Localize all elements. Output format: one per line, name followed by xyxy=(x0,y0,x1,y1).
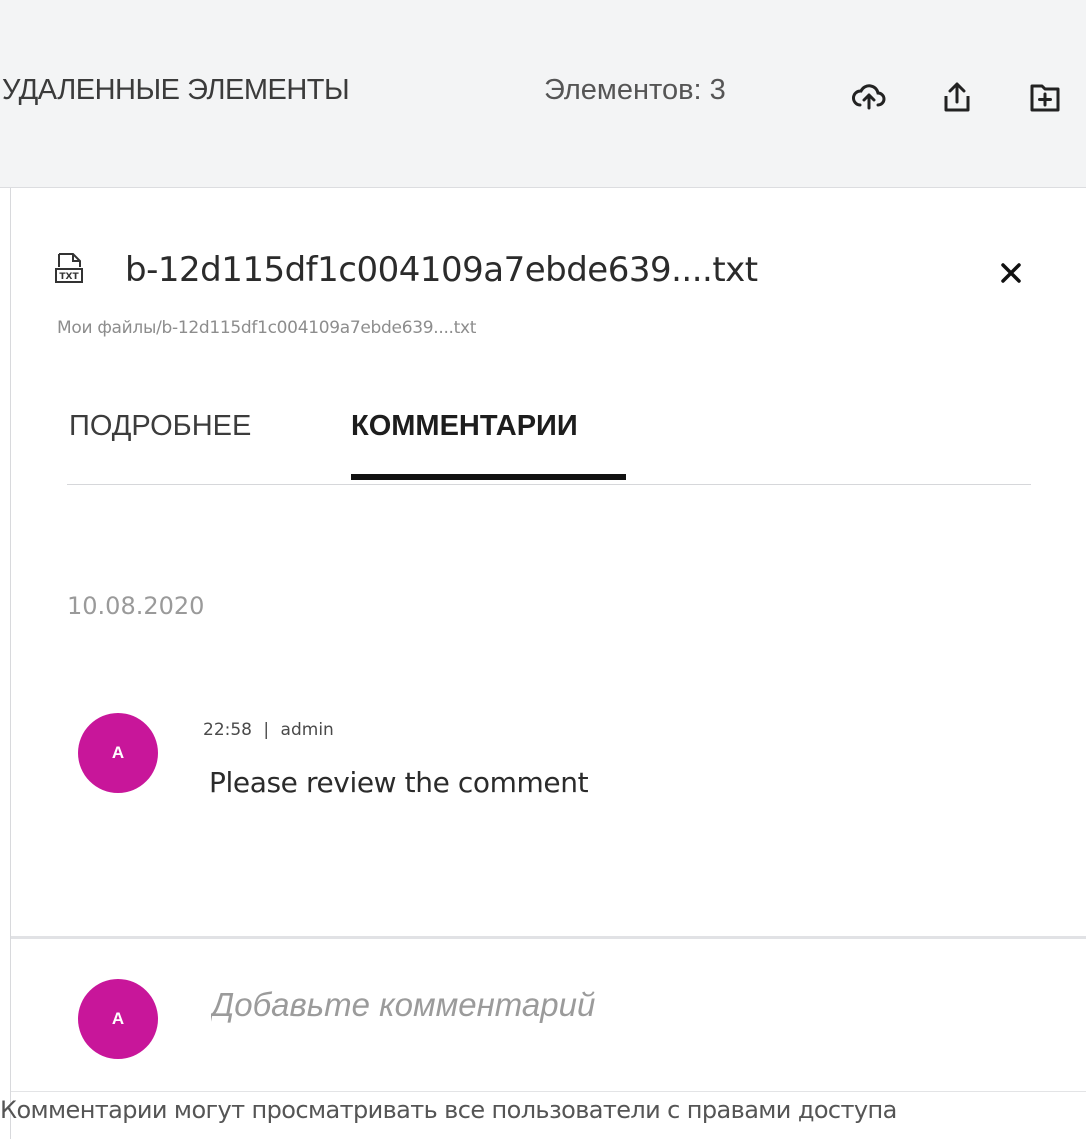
comment-meta-separator: | xyxy=(263,720,270,740)
composer-avatar: A xyxy=(78,979,158,1059)
svg-text:TXT: TXT xyxy=(59,272,79,282)
tab-bar: ПОДРОБНЕЕ КОММЕНТАРИИ xyxy=(67,388,1031,485)
comment-text: Please review the comment xyxy=(209,766,589,799)
cloud-upload-icon[interactable] xyxy=(850,78,888,116)
comment-date-group: 10.08.2020 xyxy=(67,592,205,620)
comment-composer: A xyxy=(11,936,1086,1092)
page-title: УДАЛЕННЫЕ ЭЛЕМЕНТЫ xyxy=(2,74,350,106)
new-folder-icon[interactable] xyxy=(1026,78,1064,116)
tab-details[interactable]: ПОДРОБНЕЕ xyxy=(69,410,251,443)
comment-author: admin xyxy=(280,720,334,740)
details-panel: TXT b-12d115df1c004109a7ebde639....txt М… xyxy=(10,188,1086,1139)
toolbar: УДАЛЕННЫЕ ЭЛЕМЕНТЫ Элементов: 3 xyxy=(0,0,1086,188)
file-path-breadcrumb[interactable]: Мои файлы/b-12d115df1c004109a7ebde639...… xyxy=(57,318,476,338)
comment-input[interactable] xyxy=(211,975,1031,1035)
avatar-initial: A xyxy=(111,743,125,762)
comment-meta: 22:58 | admin xyxy=(203,720,334,740)
tab-comments[interactable]: КОММЕНТАРИИ xyxy=(351,410,578,443)
comments-visibility-note: Комментарии могут просматривать все поль… xyxy=(0,1096,897,1124)
active-tab-indicator xyxy=(351,474,626,480)
composer-avatar-initial: A xyxy=(111,1009,125,1028)
avatar: A xyxy=(78,713,158,793)
close-icon[interactable] xyxy=(998,260,1024,286)
file-name: b-12d115df1c004109a7ebde639....txt xyxy=(125,250,758,290)
item-count: Элементов: 3 xyxy=(544,74,726,106)
share-upload-icon[interactable] xyxy=(938,78,976,116)
comment-time: 22:58 xyxy=(203,720,252,740)
txt-file-icon: TXT xyxy=(55,252,83,284)
